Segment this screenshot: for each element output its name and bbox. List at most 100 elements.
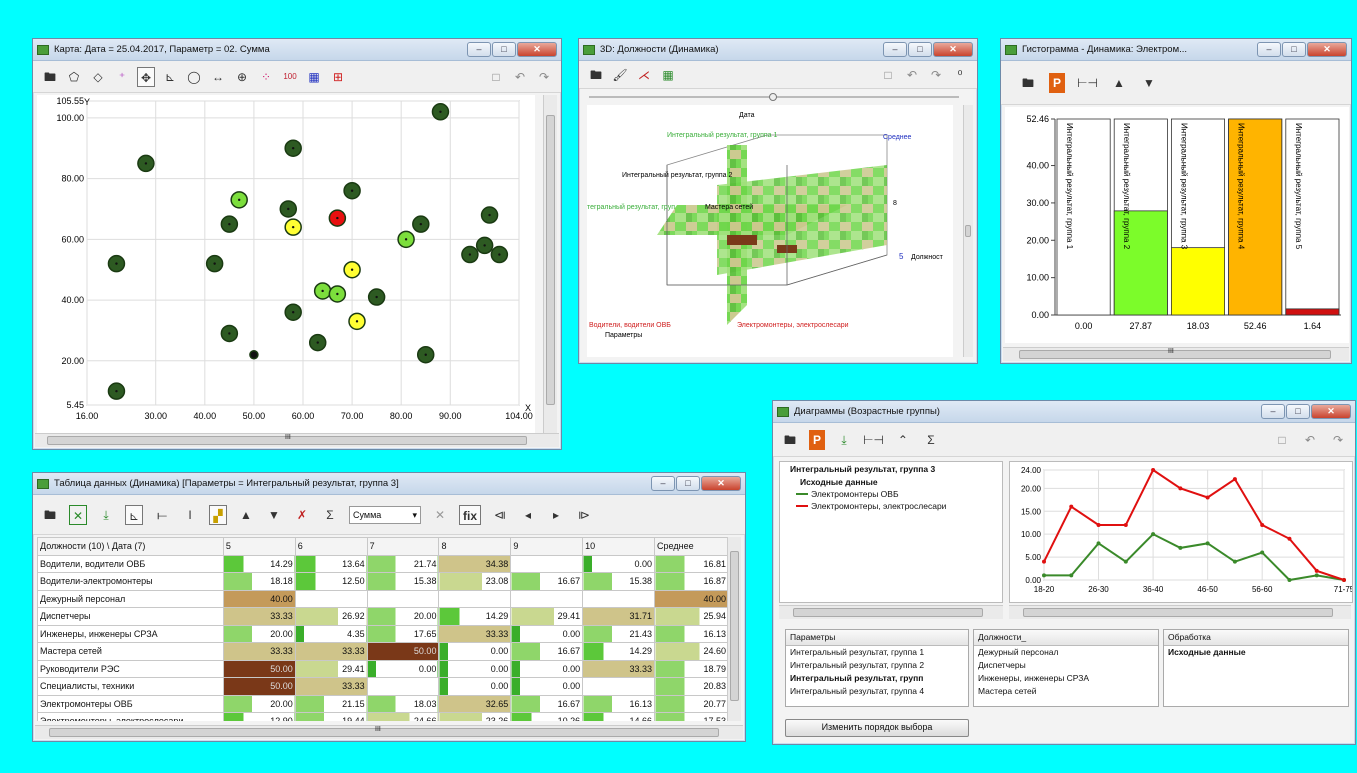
cube-titlebar[interactable]: 3D: Должности (Динамика) – □ ✕ — [579, 39, 977, 61]
line-series-point[interactable] — [1178, 545, 1183, 550]
table-cell[interactable]: 16.13 — [582, 694, 656, 713]
table-row-header[interactable]: Электромонтеры ОВБ — [37, 694, 224, 713]
table-column-header[interactable]: 9 — [510, 537, 584, 556]
params-list-item[interactable]: Интегральный результат, группа 1 — [786, 646, 968, 659]
line-series-point[interactable] — [1260, 550, 1265, 555]
minimize-button[interactable]: – — [467, 42, 491, 57]
table-cell[interactable]: 12.50 — [294, 572, 368, 591]
table-cell[interactable]: 12.90 — [222, 712, 296, 721]
table-vscroll[interactable] — [727, 537, 741, 721]
line-series-point[interactable] — [1042, 573, 1046, 578]
params-list-header[interactable]: Параметры — [786, 630, 968, 646]
table-cell[interactable]: 33.33 — [294, 677, 368, 696]
table-cell[interactable] — [366, 677, 440, 696]
line-series-point[interactable] — [1260, 523, 1265, 527]
close-button[interactable]: ✕ — [517, 42, 557, 57]
table-cell[interactable]: 32.65 — [438, 694, 512, 713]
line-series-point[interactable] — [1069, 504, 1074, 509]
table-cell[interactable]: 10.26 — [510, 712, 584, 721]
table-cell[interactable]: 20.00 — [222, 694, 296, 713]
sigma-icon[interactable]: Σ — [321, 505, 339, 525]
map-titlebar[interactable]: Карта: Дата = 25.04.2017, Параметр = 02.… — [33, 39, 561, 61]
table-cell[interactable]: 0.00 — [366, 659, 440, 678]
minimize-button[interactable]: – — [651, 476, 675, 491]
params-list[interactable]: Параметры Интегральный результат, группа… — [785, 629, 969, 707]
up-triangle-icon[interactable]: ▲ — [1110, 73, 1128, 93]
rhombus-icon[interactable]: ◇ — [89, 67, 107, 87]
map-vscroll[interactable] — [543, 95, 557, 435]
table-row[interactable]: Дежурный персонал 40.00 40.00 — [37, 589, 729, 608]
dolzh-list-item[interactable]: Мастера сетей — [974, 685, 1158, 698]
table-cell[interactable]: 16.67 — [510, 572, 584, 591]
params-list-item[interactable]: Интегральный результат, группа 2 — [786, 659, 968, 672]
axes3d-icon[interactable]: ⋌ — [635, 65, 653, 85]
down-triangle-icon[interactable]: ▼ — [265, 505, 283, 525]
line-series-point[interactable] — [1232, 477, 1237, 482]
params-list-item[interactable]: Интегральный результат, группа 4 — [786, 685, 968, 698]
vline-icon[interactable]: I — [181, 505, 199, 525]
table-cell[interactable]: 0.00 — [438, 677, 512, 696]
axes-icon[interactable]: ⊾ — [161, 67, 179, 87]
table-cell[interactable]: 33.33 — [222, 642, 296, 661]
sigma-icon[interactable]: Σ — [922, 430, 940, 450]
table-row-header[interactable]: Водители, водители ОВБ — [37, 554, 224, 573]
first-icon[interactable]: ⧏ — [491, 505, 509, 525]
table-cell[interactable] — [582, 677, 656, 696]
add-point-icon[interactable]: ⁺ — [113, 67, 131, 87]
maximize-button[interactable]: □ — [492, 42, 516, 57]
open-icon[interactable]: 🖿 — [41, 505, 59, 525]
hat-icon[interactable]: ⌃ — [894, 430, 912, 450]
table-cell[interactable]: 17.53 — [654, 712, 729, 721]
diagram-chart-hscroll[interactable] — [1009, 605, 1351, 619]
table-cell[interactable]: 26.92 — [294, 607, 368, 626]
table-row-header[interactable]: Дежурный персонал — [37, 589, 224, 608]
table-cell[interactable]: 0.00 — [438, 642, 512, 661]
close-button[interactable]: ✕ — [1311, 404, 1351, 419]
table-cell[interactable]: 23.08 — [438, 572, 512, 591]
line-series-point[interactable] — [1205, 541, 1210, 546]
table-cell[interactable]: 21.15 — [294, 694, 368, 713]
table-cell[interactable]: 34.38 — [438, 554, 512, 573]
table-cell[interactable]: 24.60 — [654, 642, 729, 661]
table-cell[interactable]: 0.00 — [438, 659, 512, 678]
table-cell[interactable] — [438, 589, 512, 608]
map-hscroll[interactable]: III — [35, 433, 559, 447]
redo-icon[interactable]: ↷ — [927, 65, 945, 85]
circle-icon[interactable]: ◯ — [185, 67, 203, 87]
table-cell[interactable]: 50.00 — [222, 677, 296, 696]
table-row[interactable]: Руководители РЭС 50.00 29.41 0.00 0.00 0.00 33… — [37, 659, 729, 678]
hline-icon[interactable]: ⟝ — [153, 505, 171, 525]
down-triangle-icon[interactable]: ▼ — [1140, 73, 1158, 93]
minimize-button[interactable]: – — [1257, 42, 1281, 57]
table-cell[interactable]: 25.94 — [654, 607, 729, 626]
map-scatter-chart[interactable]: 16.00 30.00 40.00 50.00 60.00 70.00 80.00 90.00… — [37, 95, 535, 435]
up-triangle-icon[interactable]: ▲ — [237, 505, 255, 525]
minimize-button[interactable]: – — [883, 42, 907, 57]
line-series-point[interactable] — [1096, 541, 1101, 546]
line-series-point[interactable] — [1123, 559, 1128, 564]
hundred-icon[interactable]: 100 — [281, 67, 299, 87]
proc-list-item[interactable]: Исходные данные — [1164, 646, 1348, 659]
bracket-icon[interactable]: ⊢⊣ — [1077, 73, 1098, 93]
open-icon[interactable]: 🖿 — [781, 430, 799, 450]
table-cell[interactable]: 23.26 — [438, 712, 512, 721]
table-titlebar[interactable]: Таблица данных (Динамика) [Параметры = И… — [33, 473, 745, 495]
bracket-icon[interactable]: ⊢⊣ — [863, 430, 884, 450]
axes-icon[interactable]: ⊾ — [125, 504, 143, 525]
aggregate-select[interactable]: Сумма ▾ — [349, 505, 421, 524]
next-icon[interactable]: ▸ — [547, 505, 565, 525]
table-column-header[interactable]: 7 — [366, 537, 440, 556]
open-icon[interactable]: 🖿 — [41, 67, 59, 87]
dolzh-list[interactable]: Должности_ Дежурный персонал Диспетчеры Ин… — [973, 629, 1159, 707]
zoom-icon[interactable]: ⁰ — [951, 65, 969, 85]
reorder-selection-button[interactable]: Изменить порядок выбора — [785, 719, 969, 737]
table-row[interactable]: Электромонтеры ОВБ 20.00 21.15 18.03 32.65 16… — [37, 694, 729, 713]
line-series-point[interactable] — [1342, 578, 1346, 582]
table-cell[interactable]: 50.00 — [366, 642, 440, 661]
highlight-icon[interactable]: ▞ — [209, 504, 227, 525]
dolzh-list-item[interactable]: Инженеры, инженеры СРЗА — [974, 672, 1158, 685]
table-cell[interactable]: 33.33 — [294, 642, 368, 661]
filter-icon[interactable]: ✗ — [293, 505, 311, 525]
lasso-icon[interactable]: ⬠ — [65, 67, 83, 87]
table-hscroll[interactable]: III — [35, 725, 743, 739]
